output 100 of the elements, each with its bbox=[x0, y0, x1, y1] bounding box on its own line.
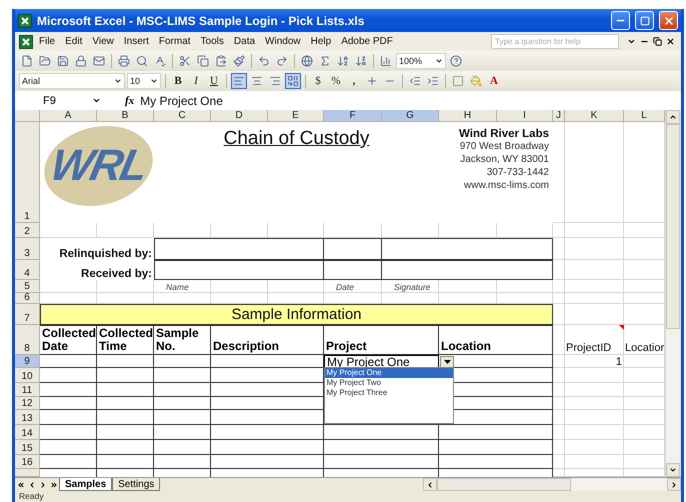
scroll-left-button[interactable] bbox=[423, 478, 437, 491]
column-header[interactable]: F bbox=[324, 110, 382, 122]
caret-icon bbox=[92, 96, 101, 105]
name-box[interactable]: F9 bbox=[19, 94, 107, 108]
menu-item[interactable]: File bbox=[35, 36, 60, 47]
column-header[interactable]: E bbox=[268, 110, 324, 122]
row-header[interactable]: 16 bbox=[15, 455, 40, 469]
menu-item[interactable]: View bbox=[88, 36, 118, 47]
column-header[interactable]: J bbox=[553, 110, 565, 122]
row-header[interactable]: 11 bbox=[15, 383, 40, 397]
toolbar-button[interactable] bbox=[116, 53, 132, 69]
cell-value: 1 bbox=[616, 356, 622, 368]
row-header[interactable]: 1 bbox=[15, 122, 40, 223]
dropdown-option[interactable]: My Project One bbox=[324, 368, 452, 378]
percent-button[interactable]: % bbox=[328, 73, 344, 89]
menu-item[interactable]: Format bbox=[154, 36, 195, 47]
row-header[interactable]: 2 bbox=[15, 223, 40, 238]
table-cell bbox=[40, 455, 97, 469]
caret-icon bbox=[114, 77, 122, 85]
formula-input[interactable]: My Project One bbox=[140, 94, 223, 108]
font-color-button[interactable]: A bbox=[486, 73, 502, 89]
comma-button[interactable]: , bbox=[346, 73, 362, 89]
row-header[interactable]: 10 bbox=[15, 368, 40, 383]
grid-cell bbox=[565, 223, 624, 238]
toolbar-button[interactable] bbox=[73, 53, 89, 69]
function-label[interactable]: fx bbox=[125, 94, 134, 106]
horizontal-scrollbar[interactable] bbox=[423, 478, 681, 491]
toolbar-button[interactable] bbox=[378, 53, 394, 69]
help-button[interactable] bbox=[448, 53, 464, 69]
menu-item[interactable]: Insert bbox=[120, 36, 153, 47]
dropdown-option[interactable]: My Project Three bbox=[324, 388, 452, 398]
row-header[interactable]: 9 bbox=[15, 355, 40, 368]
row-header[interactable]: 14 bbox=[15, 425, 40, 440]
row-header[interactable]: 7 bbox=[15, 304, 40, 325]
company-address-line: Jackson, WY 83001 bbox=[460, 153, 549, 166]
menu-item[interactable]: Window bbox=[261, 36, 305, 47]
toolbar-button[interactable] bbox=[134, 53, 150, 69]
vertical-scrollbar[interactable] bbox=[665, 110, 680, 477]
menu-item[interactable]: Data bbox=[230, 36, 260, 47]
table-cell bbox=[97, 410, 154, 425]
grid-cell bbox=[553, 293, 565, 304]
column-header[interactable]: A bbox=[40, 110, 97, 122]
help-search-field[interactable]: Type a question for help bbox=[491, 34, 619, 49]
scroll-thumb[interactable] bbox=[666, 124, 680, 329]
menu-item[interactable]: Help bbox=[306, 36, 336, 47]
table-cell bbox=[40, 383, 97, 397]
maximize-button[interactable] bbox=[635, 11, 654, 30]
row-header[interactable]: 13 bbox=[15, 410, 40, 425]
font-size-dropdown[interactable]: 10 bbox=[127, 73, 161, 89]
toolbar-button[interactable] bbox=[195, 53, 211, 69]
table-cell bbox=[97, 368, 154, 383]
scroll-right-button[interactable] bbox=[667, 478, 681, 491]
sheet-tab[interactable]: Settings bbox=[112, 478, 160, 491]
scroll-thumb[interactable] bbox=[437, 478, 571, 491]
column-header[interactable]: G bbox=[382, 110, 439, 122]
italic-button[interactable]: I bbox=[188, 73, 204, 89]
grid-cell bbox=[565, 260, 624, 280]
column-header[interactable]: C bbox=[154, 110, 211, 122]
column-header[interactable]: K bbox=[565, 110, 624, 122]
toolbar-button[interactable] bbox=[55, 53, 71, 69]
menu-item[interactable]: Edit bbox=[61, 36, 86, 47]
toolbar-button[interactable] bbox=[299, 53, 315, 69]
column-header[interactable]: H bbox=[439, 110, 497, 122]
menu-item[interactable]: Tools bbox=[196, 36, 228, 47]
toolbar-button[interactable] bbox=[231, 53, 247, 69]
row-header[interactable]: 5 bbox=[15, 280, 40, 293]
bold-button[interactable]: B bbox=[170, 73, 186, 89]
zoom-dropdown[interactable]: 100% bbox=[396, 53, 446, 69]
table-cell bbox=[154, 383, 211, 397]
chevron-right-icon bbox=[38, 480, 46, 488]
help-icon bbox=[450, 55, 462, 67]
scroll-down-button[interactable] bbox=[666, 463, 680, 477]
dropdown-button[interactable] bbox=[440, 356, 454, 368]
underline-button[interactable]: U bbox=[206, 73, 222, 89]
column-header[interactable]: L bbox=[624, 110, 665, 122]
column-header[interactable]: D bbox=[211, 110, 268, 122]
row-header[interactable]: 8 bbox=[15, 325, 40, 355]
minimize-button[interactable] bbox=[611, 11, 630, 30]
table-cell bbox=[40, 397, 97, 410]
chevron-right-icon bbox=[670, 480, 678, 488]
caret-icon bbox=[150, 77, 158, 85]
fill-color-button[interactable] bbox=[468, 73, 484, 89]
row-header[interactable]: 12 bbox=[15, 397, 40, 410]
font-dropdown[interactable]: Arial bbox=[19, 73, 125, 89]
row-header[interactable]: 3 bbox=[15, 238, 40, 260]
column-header[interactable]: B bbox=[97, 110, 154, 122]
scroll-up-button[interactable] bbox=[666, 110, 680, 124]
row-header[interactable]: 15 bbox=[15, 440, 40, 455]
currency-button[interactable]: $ bbox=[310, 73, 326, 89]
dropdown-option[interactable]: My Project Two bbox=[324, 378, 452, 388]
menu-item[interactable]: Adobe PDF bbox=[337, 36, 397, 47]
row-header[interactable]: 4 bbox=[15, 260, 40, 280]
close-button[interactable] bbox=[659, 11, 678, 30]
merge-center-button[interactable] bbox=[285, 73, 301, 89]
double-chevron-right-icon bbox=[50, 480, 58, 488]
cell-text: ProjectID bbox=[566, 342, 612, 354]
row-header[interactable]: 6 bbox=[15, 293, 40, 304]
column-header[interactable]: I bbox=[497, 110, 553, 122]
align-button[interactable] bbox=[231, 73, 247, 89]
sheet-tab[interactable]: Samples bbox=[59, 478, 112, 491]
